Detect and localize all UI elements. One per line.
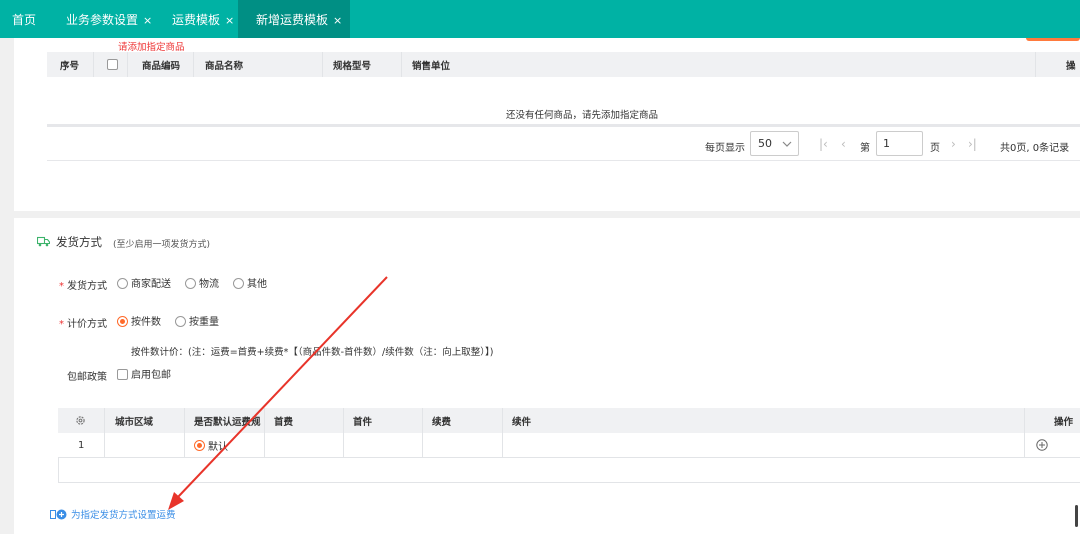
shipping-hint: (至少启用一项发货方式) [113,240,211,250]
radio-icon [175,316,186,327]
col-first-item: 首件 [353,416,373,428]
shipping-method-label: * 发货方式 [59,281,107,292]
col-operations: 操作 [1054,416,1074,428]
checkbox-icon [107,59,118,70]
add-circle-icon [50,509,67,520]
goods-table-header: 序号 商品编码 商品名称 规格型号 销售单位 操 [47,52,1080,77]
col-city-region: 城市区域 [115,416,154,428]
first-page-icon[interactable]: |‹ [819,137,828,151]
last-page-icon[interactable]: ›| [968,137,977,151]
shipping-title: 发货方式 [56,235,102,249]
tab-label: 新增运费模板 [256,13,329,27]
checkbox-icon [117,369,128,380]
col-spec: 规格型号 [333,60,372,72]
pricing-method-label: * 计价方式 [59,319,107,330]
method-option-logistics[interactable]: 物流 [185,275,219,290]
col-unit: 销售单位 [412,60,451,72]
radio-icon [185,278,196,289]
pricing-option-count[interactable]: 按件数 [117,313,161,328]
pricing-formula: 按件数计价：(注：运费=首费+续费*【（商品件数-首件数）/续件数（注：向上取整… [131,347,494,358]
divider [58,482,1080,483]
col-actions: 操 [1066,60,1076,72]
col-index: 序号 [60,60,80,72]
col-code: 商品编码 [142,60,181,72]
radio-selected-icon [194,439,205,451]
col-first-fee: 首费 [274,416,294,428]
default-radio[interactable]: 默认 [194,433,228,457]
page-input[interactable]: 1 [876,131,923,156]
pager-summary: 共0页, 0条记录 [1000,143,1070,154]
free-shipping-label: 包邮政策 [67,372,107,383]
page-value: 1 [883,137,890,150]
goods-empty-text: 还没有任何商品，请先添加指定商品 [506,110,659,121]
method-option-other[interactable]: 其他 [233,275,267,290]
tab-bar: 首页 业务参数设置 × 运费模板 × 新增运费模板 × [0,0,1080,38]
close-icon[interactable]: × [225,14,234,27]
tab-label: 运费模板 [172,13,221,27]
method-option-merchant[interactable]: 商家配送 [117,275,171,290]
add-shipping-rate-link[interactable]: 为指定发货方式设置运费 [50,507,176,521]
column-settings-button[interactable] [75,408,86,433]
tab-business-params[interactable]: 业务参数设置 × [66,0,152,38]
close-icon[interactable]: × [333,14,342,27]
per-page-value: 50 [758,137,772,150]
page-prefix: 第 [860,143,870,154]
close-icon[interactable]: × [143,14,152,27]
truck-icon [37,236,50,247]
tab-label: 业务参数设置 [66,13,139,27]
table-scrollbar[interactable] [47,124,1080,127]
gear-icon [76,416,85,425]
select-all-checkbox[interactable] [107,52,118,77]
per-page-select[interactable]: 50 [750,131,799,156]
rates-table-header: 城市区域 是否默认运费规 首费 首件 续费 续件 操作 [58,408,1080,433]
add-row-icon[interactable] [1036,439,1048,451]
col-is-default: 是否默认运费规 [194,416,261,428]
divider [47,160,1080,161]
per-page-label: 每页显示 [705,143,745,154]
shipping-panel [14,218,1080,534]
radio-icon [233,278,244,289]
col-extra-fee: 续费 [432,416,452,428]
free-shipping-checkbox[interactable]: 启用包邮 [117,366,171,381]
tab-home[interactable]: 首页 [12,0,36,38]
goods-warning: 请添加指定商品 [118,42,185,53]
tab-freight-template[interactable]: 运费模板 × [172,0,234,38]
radio-icon [117,278,128,289]
radio-selected-icon [117,316,128,327]
page-suffix: 页 [930,143,940,154]
col-extra-item: 续件 [512,416,532,428]
pricing-option-weight[interactable]: 按重量 [175,313,219,328]
page-scrollbar[interactable] [1075,505,1078,527]
chevron-down-icon [782,141,792,147]
table-row: 1 默认 [58,433,1080,458]
col-name: 商品名称 [205,60,244,72]
divider [58,458,59,482]
tab-new-freight-template[interactable]: 新增运费模板 × [238,0,351,38]
add-goods-button[interactable] [1026,38,1080,41]
prev-page-icon[interactable]: ‹ [841,137,846,151]
next-page-icon[interactable]: › [951,137,956,151]
row-index: 1 [78,439,85,451]
tab-label: 首页 [12,13,37,27]
